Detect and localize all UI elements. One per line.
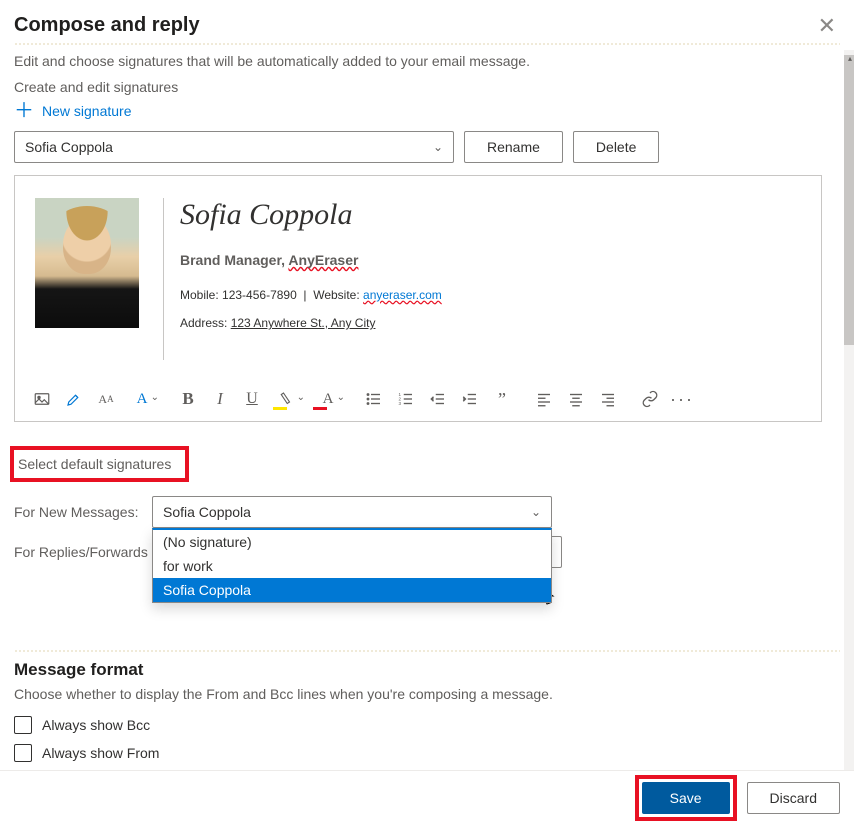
highlight-box: Select default signatures [10,446,189,482]
signature-role: Brand Manager, AnyEraser [180,252,801,268]
chevron-down-icon: ⌄ [531,505,541,519]
underline-button[interactable]: U [239,386,265,412]
divider [14,43,840,45]
insert-image-icon[interactable] [29,386,55,412]
new-signature-label: New signature [42,103,132,119]
always-show-bcc-checkbox[interactable]: Always show Bcc [14,716,840,734]
new-messages-select[interactable]: Sofia Coppola ⌄ [152,496,552,528]
highlight-box: Save [635,775,737,821]
align-right-icon[interactable] [595,386,621,412]
chevron-down-icon: ⌄ [433,140,443,154]
message-format-desc: Choose whether to display the From and B… [14,686,840,702]
number-list-icon[interactable]: 123 [393,386,419,412]
outdent-icon[interactable] [425,386,451,412]
signature-dropdown-list: (No signature) for work Sofia Coppola [152,528,552,603]
new-signature-button[interactable]: ＋ New signature [14,101,840,121]
text-highlight-icon[interactable] [271,386,305,412]
font-color-icon[interactable]: A [311,386,345,412]
delete-button[interactable]: Delete [573,131,659,163]
close-icon[interactable]: ✕ [814,15,840,37]
signature-address: Address: 123 Anywhere St., Any City [180,316,801,330]
create-edit-label: Create and edit signatures [14,79,840,95]
message-format-heading: Message format [14,660,840,680]
quote-icon[interactable]: ” [489,386,515,412]
svg-text:3: 3 [399,401,402,406]
editor-toolbar: AA A B I U A 123 ” ··· [15,377,797,421]
signature-name: Sofia Coppola [180,198,801,232]
rename-button[interactable]: Rename [464,131,563,163]
font-size-icon[interactable]: AA [93,386,119,412]
highlighter-icon[interactable] [61,386,87,412]
checkbox-label: Always show Bcc [42,717,150,733]
default-signatures-heading: Select default signatures [18,456,171,472]
signature-select-value: Sofia Coppola [25,139,113,155]
signature-select[interactable]: Sofia Coppola ⌄ [14,131,454,163]
align-left-icon[interactable] [531,386,557,412]
signature-editor-content[interactable]: Sofia Coppola Brand Manager, AnyEraser M… [25,182,809,376]
bold-button[interactable]: B [175,386,201,412]
for-replies-label: For Replies/Forwards [14,544,152,560]
dropdown-option[interactable]: for work [153,554,551,578]
italic-button[interactable]: I [207,386,233,412]
indent-icon[interactable] [457,386,483,412]
font-format-icon[interactable]: A [125,386,159,412]
divider [14,650,840,652]
website-link[interactable]: anyeraser.com [363,288,442,302]
link-icon[interactable] [637,386,663,412]
save-button[interactable]: Save [642,782,730,814]
for-new-label: For New Messages: [14,504,152,520]
align-center-icon[interactable] [563,386,589,412]
dropdown-option[interactable]: (No signature) [153,530,551,554]
more-icon[interactable]: ··· [669,386,695,412]
footer: Save Discard [0,770,854,825]
plus-icon: ＋ [14,101,34,121]
dropdown-option[interactable]: Sofia Coppola [153,578,551,602]
discard-button[interactable]: Discard [747,782,840,814]
checkbox-label: Always show From [42,745,159,761]
always-show-from-checkbox[interactable]: Always show From [14,744,840,762]
checkbox-icon [14,744,32,762]
avatar [35,198,139,328]
signature-contact: Mobile: 123-456-7890 | Website: anyerase… [180,288,801,302]
new-messages-select-value: Sofia Coppola [163,504,251,520]
page-title: Compose and reply [14,14,200,37]
signature-editor[interactable]: Sofia Coppola Brand Manager, AnyEraser M… [14,175,822,422]
scroll-up-icon[interactable]: ▴ [848,54,852,63]
bullet-list-icon[interactable] [361,386,387,412]
page-subtitle: Edit and choose signatures that will be … [14,53,840,69]
scrollbar-thumb[interactable] [844,55,854,345]
checkbox-icon [14,716,32,734]
